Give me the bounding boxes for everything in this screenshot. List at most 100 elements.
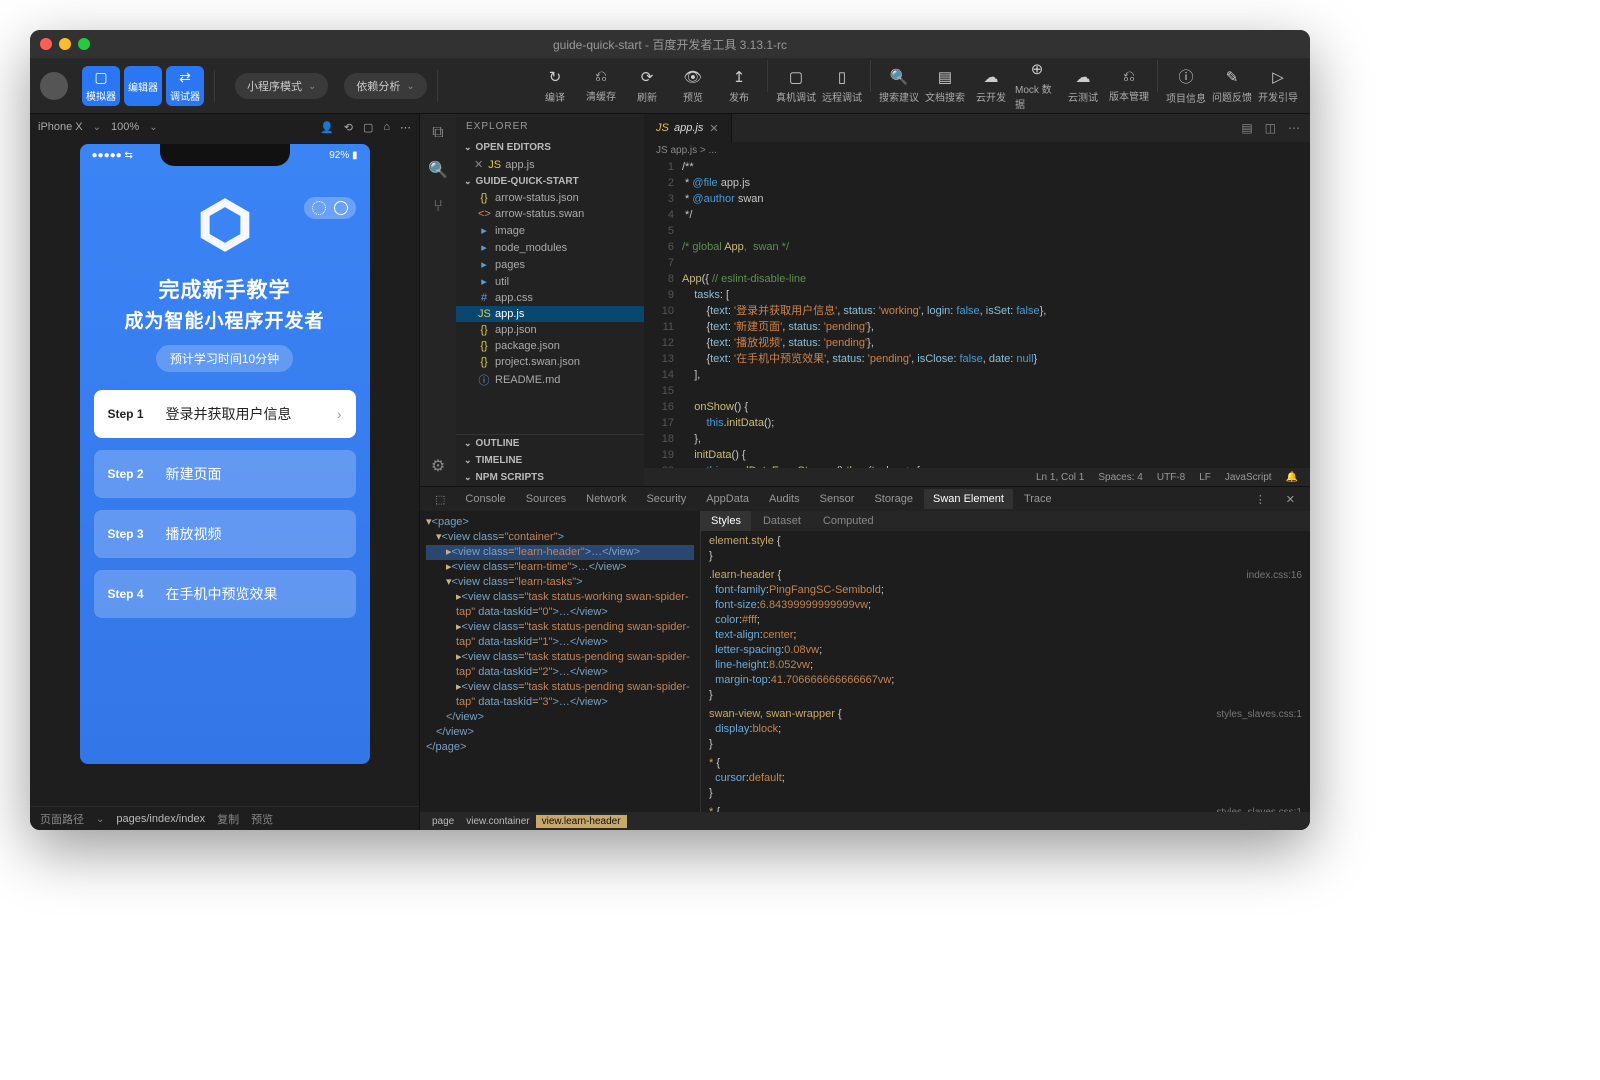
gear-icon[interactable]: ⚙ [431, 456, 445, 476]
step-item[interactable]: Step 4在手机中预览效果 [94, 570, 356, 618]
file-item[interactable]: ▸pages [456, 256, 644, 273]
bell-icon[interactable]: 🔔 [1286, 472, 1298, 483]
breadcrumb[interactable]: JS app.js > ... [644, 142, 1310, 159]
mode-pill[interactable]: 编辑器 [124, 66, 162, 106]
devtools-tab[interactable]: Sensor [811, 489, 864, 509]
mode-pill[interactable]: ⇄调试器 [166, 66, 204, 106]
capture-icon[interactable]: ▢ [363, 121, 373, 134]
toolbar-item[interactable]: ⟳刷新 [625, 60, 669, 111]
toolbar-item[interactable]: 🔍搜索建议 [877, 60, 921, 111]
style-tab[interactable]: Dataset [753, 511, 811, 531]
editor-tab[interactable]: JS app.js ✕ [644, 114, 732, 142]
step-item[interactable]: Step 1登录并获取用户信息› [94, 390, 356, 438]
devtools-tab[interactable]: Trace [1015, 489, 1061, 509]
file-item[interactable]: {}arrow-status.json [456, 190, 644, 206]
file-item[interactable]: {}project.swan.json [456, 354, 644, 370]
open-editors-section[interactable]: OPEN EDITORS [456, 139, 644, 156]
toolbar-item[interactable]: ⎌清缓存 [579, 60, 623, 111]
file-item[interactable]: ⓘREADME.md [456, 370, 644, 390]
maximize-icon[interactable] [78, 38, 90, 50]
file-item[interactable]: JSapp.js [456, 306, 644, 322]
step-item[interactable]: Step 2新建页面 [94, 450, 356, 498]
close-tab-icon[interactable]: ✕ [709, 122, 718, 135]
toolbar-item[interactable]: ☁云开发 [969, 60, 1013, 111]
compare-icon[interactable]: ▤ [1241, 121, 1252, 135]
file-item[interactable]: ▸node_modules [456, 239, 644, 256]
body: iPhone X 100% 👤 ⟲ ▢ ⌂ ⋯ ●●●●● ⇆16:5792% … [30, 114, 1310, 830]
zoom-select[interactable]: 100% [111, 121, 139, 133]
device-select[interactable]: iPhone X [38, 121, 83, 133]
home-icon[interactable]: ⌂ [383, 121, 390, 133]
toolbar-item[interactable]: ⓘ项目信息 [1164, 60, 1208, 111]
status-bar: Ln 1, Col 1 Spaces: 4 UTF-8 LF JavaScrip… [644, 468, 1310, 486]
styles-panel[interactable]: element.style {}index.css:16.learn-heade… [701, 531, 1310, 812]
toolbar-item[interactable]: ▯远程调试 [820, 60, 864, 111]
file-item[interactable]: #app.css [456, 290, 644, 306]
copy-button[interactable]: 复制 [217, 811, 239, 827]
search-icon[interactable]: 🔍 [428, 160, 448, 180]
toolbar-item[interactable]: ☁云测试 [1061, 60, 1105, 111]
dep-select[interactable]: 依赖分析 [344, 73, 426, 99]
toolbar-item[interactable]: ↻编译 [533, 60, 577, 111]
split-icon[interactable]: ◫ [1265, 121, 1276, 135]
toolbar-item[interactable]: ▤文档搜索 [923, 60, 967, 111]
more-icon[interactable]: ⋮ [1246, 489, 1275, 510]
phone-frame: ●●●●● ⇆16:5792% ▮ 完成新手教学 成为智能小程序开发者 预计学习… [80, 144, 370, 764]
page-path[interactable]: pages/index/index [116, 813, 205, 825]
toolbar-item[interactable]: ▢真机调试 [774, 60, 818, 111]
open-editor-item[interactable]: ✕ JS app.js [456, 156, 644, 173]
dom-tree[interactable]: ▾<page>▾<view class="container">▸<view c… [420, 511, 700, 812]
mode-pill[interactable]: ▢模拟器 [82, 66, 120, 106]
devtools-tab[interactable]: Sources [517, 489, 575, 509]
heading-1: 完成新手教学 [80, 274, 370, 304]
step-item[interactable]: Step 3播放视频 [94, 510, 356, 558]
toolbar-item[interactable]: 👁预览 [671, 60, 715, 111]
files-icon[interactable]: ⧉ [432, 124, 443, 142]
more-icon[interactable]: ⋯ [400, 121, 411, 134]
mode-select[interactable]: 小程序模式 [235, 73, 328, 99]
style-tab[interactable]: Computed [813, 511, 884, 531]
page-path-bar: 页面路径 pages/index/index 复制 预览 [30, 806, 419, 830]
devtools-tab[interactable]: AppData [697, 489, 758, 509]
toolbar-item[interactable]: ⎌版本管理 [1107, 60, 1151, 111]
style-tab[interactable]: Styles [701, 511, 751, 531]
user-icon[interactable]: 👤 [320, 121, 334, 134]
dom-crumbs[interactable]: pageview.containerview.learn-header [420, 812, 1310, 830]
main-toolbar: ▢模拟器编辑器⇄调试器 小程序模式 依赖分析 ↻编译⎌清缓存⟳刷新👁预览↥发布 ▢… [30, 58, 1310, 114]
devtools-tab[interactable]: Console [456, 489, 514, 509]
toolbar-item[interactable]: ⊕Mock 数据 [1015, 60, 1059, 111]
project-section[interactable]: GUIDE-QUICK-START [456, 173, 644, 190]
simulator-panel: iPhone X 100% 👤 ⟲ ▢ ⌂ ⋯ ●●●●● ⇆16:5792% … [30, 114, 420, 830]
devtools-tab[interactable]: Security [637, 489, 695, 509]
toolbar-item[interactable]: ▷开发引导 [1256, 60, 1300, 111]
preview-button[interactable]: 预览 [251, 811, 273, 827]
avatar[interactable] [40, 72, 68, 100]
devtools-tab[interactable]: Swan Element [924, 489, 1013, 509]
heading-2: 成为智能小程序开发者 [80, 306, 370, 333]
code-area[interactable]: 12345678910111213141516171819202122 /** … [644, 159, 1310, 468]
devtools-tab[interactable]: Audits [760, 489, 809, 509]
more-icon[interactable]: ⋯ [1288, 121, 1300, 135]
file-item[interactable]: <>arrow-status.swan [456, 206, 644, 222]
close-icon[interactable]: ✕ [1277, 489, 1304, 510]
app-logo-icon [193, 193, 257, 257]
editor: JS app.js ✕ ▤ ◫ ⋯ JS app.js > ... 12345678… [644, 114, 1310, 486]
minimize-icon[interactable] [59, 38, 71, 50]
branch-icon[interactable]: ⑂ [433, 198, 443, 216]
file-item[interactable]: ▸image [456, 222, 644, 239]
file-item[interactable]: ▸util [456, 273, 644, 290]
devtools-tab[interactable]: Storage [865, 489, 922, 509]
file-item[interactable]: {}package.json [456, 338, 644, 354]
devtools-tab[interactable]: Network [577, 489, 635, 509]
file-item[interactable]: {}app.json [456, 322, 644, 338]
toolbar-item[interactable]: ↥发布 [717, 60, 761, 111]
capsule-button[interactable] [304, 197, 356, 219]
window-title: guide-quick-start - 百度开发者工具 3.13.1-rc [30, 36, 1310, 53]
rotate-icon[interactable]: ⟲ [344, 121, 353, 134]
explorer: EXPLORER OPEN EDITORS ✕ JS app.js GUIDE-… [456, 114, 644, 486]
inspect-icon[interactable]: ⬚ [426, 489, 454, 510]
toolbar-item[interactable]: ✎问题反馈 [1210, 60, 1254, 111]
close-icon[interactable] [40, 38, 52, 50]
app-window: guide-quick-start - 百度开发者工具 3.13.1-rc ▢模… [30, 30, 1310, 830]
right-panel: ⧉ 🔍 ⑂ ⚙ EXPLORER OPEN EDITORS ✕ JS app.j… [420, 114, 1310, 830]
